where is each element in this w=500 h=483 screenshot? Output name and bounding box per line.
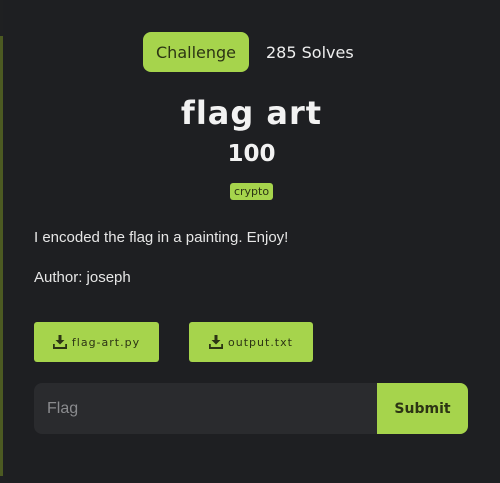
- challenge-modal: Challenge 285 Solves flag art 100 crypto…: [3, 0, 500, 483]
- modal-header: Challenge 285 Solves: [143, 32, 354, 72]
- challenge-points: 100: [227, 141, 276, 167]
- category-tags: crypto: [3, 183, 500, 200]
- solves-count: 285 Solves: [266, 42, 354, 62]
- challenge-title: flag art: [180, 94, 323, 132]
- download-output-button[interactable]: output.txt: [189, 322, 313, 362]
- submit-button[interactable]: Submit: [377, 383, 468, 434]
- challenge-description: I encoded the flag in a painting. Enjoy!: [34, 229, 289, 246]
- flag-submit-form: Submit: [34, 383, 468, 434]
- download-icon: [209, 335, 224, 349]
- flag-input[interactable]: [34, 383, 377, 434]
- category-badge: crypto: [229, 183, 274, 200]
- file-name-label: output.txt: [228, 335, 293, 349]
- challenge-author: Author: joseph: [34, 269, 131, 286]
- tab-solves[interactable]: 285 Solves: [266, 43, 354, 62]
- download-icon: [52, 335, 67, 349]
- tab-challenge[interactable]: Challenge: [143, 32, 249, 72]
- download-flag-art-button[interactable]: flag-art.py: [34, 322, 159, 362]
- file-name-label: flag-art.py: [71, 335, 141, 349]
- tab-challenge-label: Challenge: [156, 42, 236, 62]
